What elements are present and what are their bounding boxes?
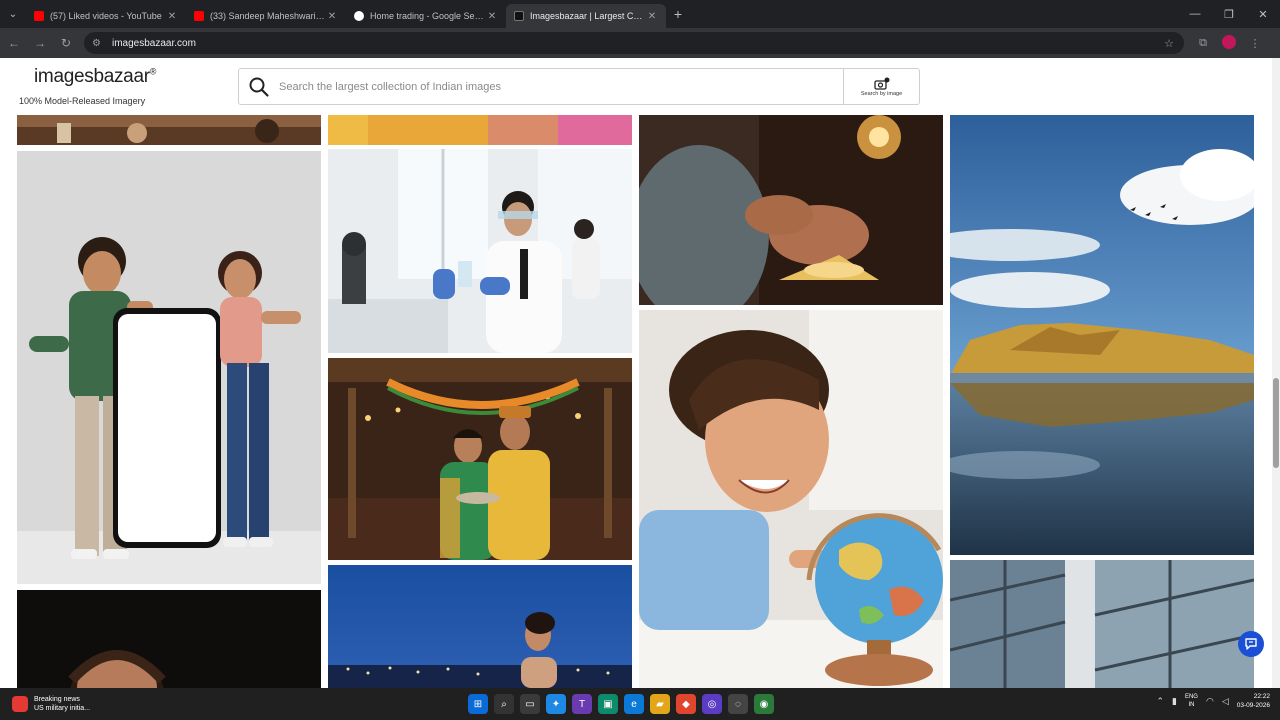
tile-woman-city-night[interactable] bbox=[328, 565, 632, 688]
scrollbar-thumb[interactable] bbox=[1273, 378, 1279, 468]
tab-title: (57) Liked videos - YouTube bbox=[50, 11, 162, 21]
lang-code: ENG bbox=[1184, 694, 1198, 700]
tab-title: Home trading - Google Search bbox=[370, 11, 486, 21]
search-by-image-label: Search by image bbox=[860, 90, 903, 97]
close-icon[interactable]: ✕ bbox=[486, 11, 498, 22]
tile-family-strip[interactable] bbox=[17, 115, 321, 145]
search-icon[interactable] bbox=[239, 76, 279, 98]
system-tray: ⌃ ▮ ENG IN ◠ ◁ 22:22 03-09-2026 bbox=[1156, 692, 1270, 710]
logo-mark: ® bbox=[149, 66, 157, 77]
search-by-image-button[interactable]: Search by image bbox=[843, 69, 919, 104]
lang-region: IN bbox=[1188, 702, 1195, 708]
discord-icon[interactable]: ◎ bbox=[702, 694, 722, 714]
news-subtitle: US military initia... bbox=[34, 705, 91, 712]
tab-youtube-liked[interactable]: (57) Liked videos - YouTube ✕ bbox=[26, 4, 186, 28]
new-tab-button[interactable]: + bbox=[666, 6, 690, 22]
youtube-icon bbox=[34, 11, 44, 21]
tile-scientist-lab[interactable] bbox=[328, 149, 632, 353]
search-icon[interactable]: ⌕ bbox=[494, 694, 514, 714]
youtube-icon bbox=[194, 11, 204, 21]
tab-youtube-sandeep[interactable]: (33) Sandeep Maheshwari - Yo ✕ bbox=[186, 4, 346, 28]
tile-couple-blank-phone[interactable] bbox=[17, 151, 321, 584]
app-icon[interactable]: ▣ bbox=[598, 694, 618, 714]
app-icon[interactable]: ◌ bbox=[728, 694, 748, 714]
site-header: imagesbazaar® 100% Model-Released Imager… bbox=[0, 58, 1280, 114]
volume-icon[interactable]: ◁ bbox=[1222, 696, 1229, 707]
start-icon[interactable]: ⊞ bbox=[468, 694, 488, 714]
clock-date: 03-09-2026 bbox=[1236, 702, 1270, 709]
back-icon[interactable]: ← bbox=[2, 31, 26, 55]
news-icon bbox=[12, 696, 28, 712]
reload-icon[interactable]: ↻ bbox=[54, 31, 78, 55]
site-logo[interactable]: imagesbazaar® bbox=[34, 66, 156, 88]
teams-icon[interactable]: T bbox=[572, 694, 592, 714]
file-explorer-icon[interactable]: ▰ bbox=[650, 694, 670, 714]
tile-couple-festival[interactable] bbox=[328, 358, 632, 560]
brave-icon[interactable]: ◆ bbox=[676, 694, 696, 714]
tile-lake-mountain[interactable] bbox=[950, 115, 1254, 555]
close-icon[interactable]: ✕ bbox=[646, 11, 658, 22]
tab-imagesbazaar[interactable]: Imagesbazaar | Largest Collect ✕ bbox=[506, 4, 666, 28]
tile-boy-globe[interactable] bbox=[639, 310, 943, 688]
browser-toolbar: ← → ↻ ⚙ imagesbazaar.com ☆ ⧉ ⋮ bbox=[0, 28, 1280, 58]
battery-icon[interactable]: ▮ bbox=[1172, 696, 1177, 707]
url-text: imagesbazaar.com bbox=[112, 37, 196, 49]
tile-building-glass[interactable] bbox=[950, 560, 1254, 688]
tab-title: (33) Sandeep Maheshwari - Yo bbox=[210, 11, 326, 21]
chat-icon bbox=[1245, 638, 1257, 650]
clock-time: 22:22 bbox=[1253, 693, 1270, 700]
forward-icon[interactable]: → bbox=[28, 31, 52, 55]
news-widget[interactable]: Breaking news US military initia... bbox=[12, 695, 132, 713]
camera-search-icon bbox=[873, 77, 889, 90]
language-indicator[interactable]: ENG IN bbox=[1185, 693, 1198, 709]
tab-title: Imagesbazaar | Largest Collect bbox=[530, 11, 646, 21]
profile-avatar[interactable] bbox=[1216, 34, 1242, 52]
tagline: 100% Model-Released Imagery bbox=[19, 96, 146, 106]
menu-icon[interactable]: ⋮ bbox=[1242, 37, 1268, 50]
copilot-icon[interactable]: ✦ bbox=[546, 694, 566, 714]
chrome-icon[interactable]: ◉ bbox=[754, 694, 774, 714]
site-info-icon[interactable]: ⚙ bbox=[92, 38, 106, 49]
maximize-icon[interactable]: ❐ bbox=[1212, 0, 1246, 28]
news-title: Breaking news bbox=[34, 696, 80, 703]
tab-google-search[interactable]: Home trading - Google Search ✕ bbox=[346, 4, 506, 28]
address-bar[interactable]: ⚙ imagesbazaar.com ☆ bbox=[84, 32, 1184, 54]
task-view-icon[interactable]: ▭ bbox=[520, 694, 540, 714]
close-icon[interactable]: ✕ bbox=[326, 11, 338, 22]
taskbar-apps: ⊞ ⌕ ▭ ✦ T ▣ e ▰ ◆ ◎ ◌ ◉ bbox=[468, 694, 774, 714]
chat-button[interactable] bbox=[1238, 631, 1264, 657]
edge-icon[interactable]: e bbox=[624, 694, 644, 714]
minimize-icon[interactable]: — bbox=[1178, 0, 1212, 28]
logo-text: imagesbazaar bbox=[34, 66, 150, 87]
close-window-icon[interactable]: ✕ bbox=[1246, 0, 1280, 28]
extensions-icon[interactable]: ⧉ bbox=[1190, 37, 1216, 50]
window-controls: — ❐ ✕ bbox=[1178, 0, 1280, 28]
wifi-icon[interactable]: ◠ bbox=[1206, 696, 1214, 707]
tile-diya-hands[interactable] bbox=[639, 115, 943, 305]
close-icon[interactable]: ✕ bbox=[166, 11, 178, 22]
chevron-up-icon[interactable]: ⌃ bbox=[1156, 696, 1164, 707]
tab-search-icon[interactable]: ⌄ bbox=[0, 0, 26, 28]
browser-tab-strip: ⌄ (57) Liked videos - YouTube ✕ (33) San… bbox=[0, 0, 1280, 28]
page-viewport: imagesbazaar® 100% Model-Released Imager… bbox=[0, 58, 1280, 688]
bookmark-star-icon[interactable]: ☆ bbox=[1164, 37, 1174, 50]
imagesbazaar-icon bbox=[514, 11, 524, 21]
clock[interactable]: 22:22 03-09-2026 bbox=[1237, 692, 1270, 710]
search-bar: Search by image bbox=[238, 68, 920, 105]
windows-taskbar: Breaking news US military initia... ⊞ ⌕ … bbox=[0, 688, 1280, 720]
google-icon bbox=[354, 11, 364, 21]
page-scrollbar[interactable] bbox=[1272, 58, 1280, 688]
search-input[interactable] bbox=[279, 80, 843, 93]
tile-saree-strip[interactable] bbox=[328, 115, 632, 145]
tile-woman-dark[interactable] bbox=[17, 590, 321, 688]
